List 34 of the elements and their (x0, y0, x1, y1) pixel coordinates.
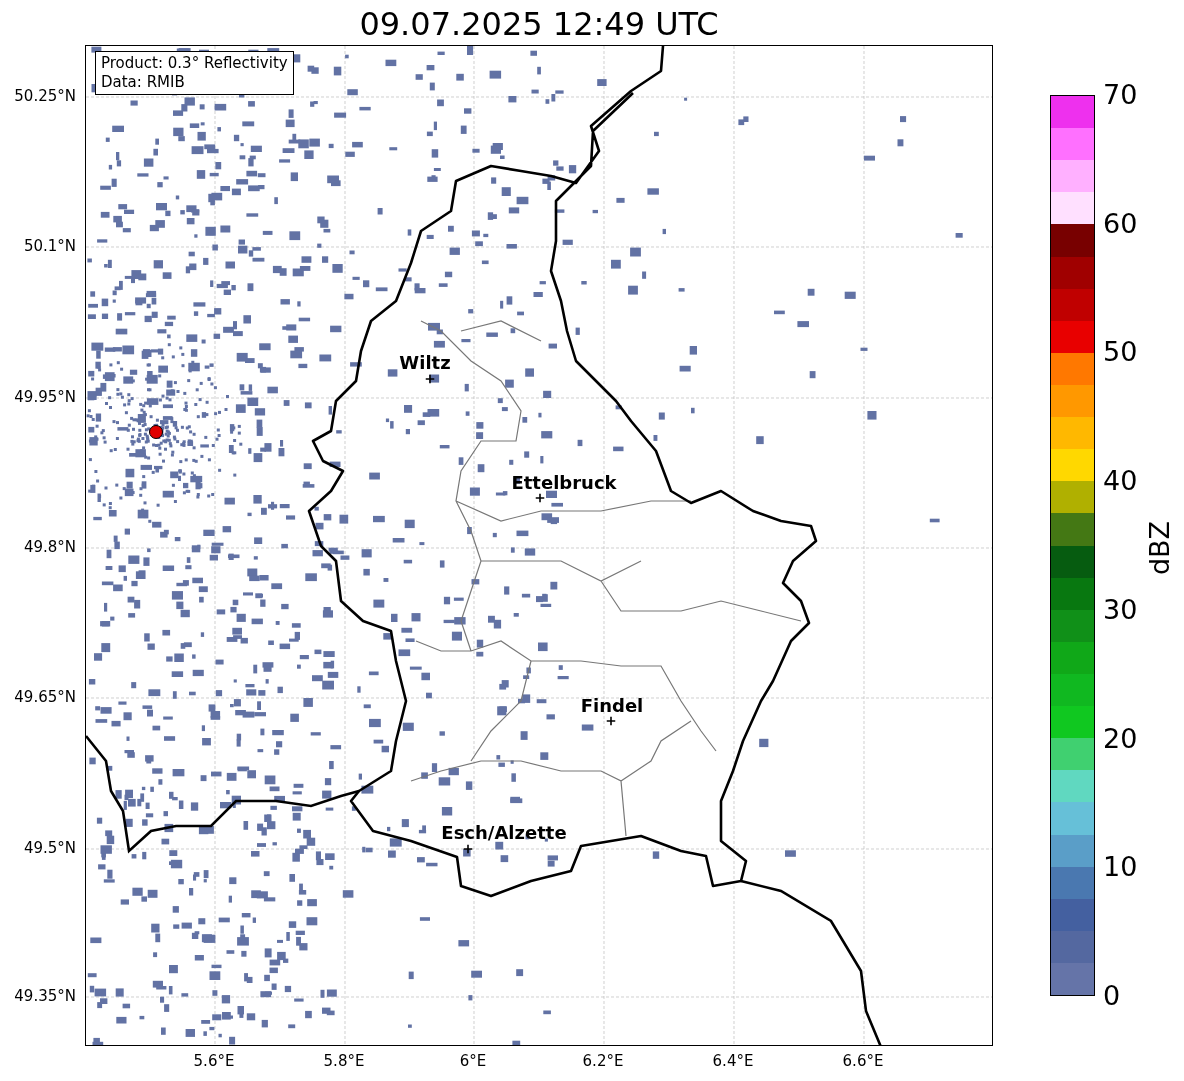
axis-tick-label: 49.5°N (23, 839, 76, 857)
axis-tick-label: 6.2°E (582, 1052, 624, 1070)
colorbar-tick-label: 30 (1103, 594, 1138, 625)
axis-tick-label: 49.35°N (14, 987, 76, 1005)
colorbar-tick-label: 10 (1103, 852, 1138, 883)
colorbar-tick-label: 60 (1103, 208, 1138, 239)
radar-site-icon (149, 425, 163, 439)
place-label: Esch/Alzette (441, 823, 567, 843)
colorbar-label: dBZ (1145, 520, 1175, 576)
axis-tick-label: 49.65°N (14, 688, 76, 706)
axis-tick-label: 6°E (459, 1052, 487, 1070)
colorbar-tick-label: 20 (1103, 723, 1138, 754)
place-label: Ettelbruck (511, 473, 617, 493)
colorbar-tick-label: 0 (1103, 981, 1121, 1011)
axis-tick-label: 5.8°E (323, 1052, 365, 1070)
info-text: Data: RMIB (101, 73, 186, 92)
plot-title: 09.07.2025 12:49 UTC (358, 4, 720, 44)
plus-marker-icon (463, 844, 473, 854)
axis-tick-label: 50.1°N (23, 237, 76, 255)
axis-tick-label: 49.95°N (14, 388, 76, 406)
axis-tick-label: 6.4°E (712, 1052, 754, 1070)
axis-tick-label: 49.8°N (23, 538, 76, 556)
place-label: Findel (580, 696, 644, 716)
axis-tick-label: 50.25°N (14, 87, 76, 105)
axis-tick-label: 6.6°E (842, 1052, 884, 1070)
plus-marker-icon (425, 374, 435, 384)
plus-marker-icon (606, 716, 616, 726)
axis-tick-label: 5.6°E (193, 1052, 235, 1070)
place-label: Wiltz (399, 353, 451, 373)
plus-marker-icon (535, 493, 545, 503)
colorbar-tick-label: 50 (1103, 337, 1138, 368)
info-text: Product: 0.3° Reflectivity (101, 54, 288, 73)
colorbar-tick-label: 40 (1103, 466, 1138, 497)
colorbar-tick-label: 70 (1103, 80, 1138, 110)
